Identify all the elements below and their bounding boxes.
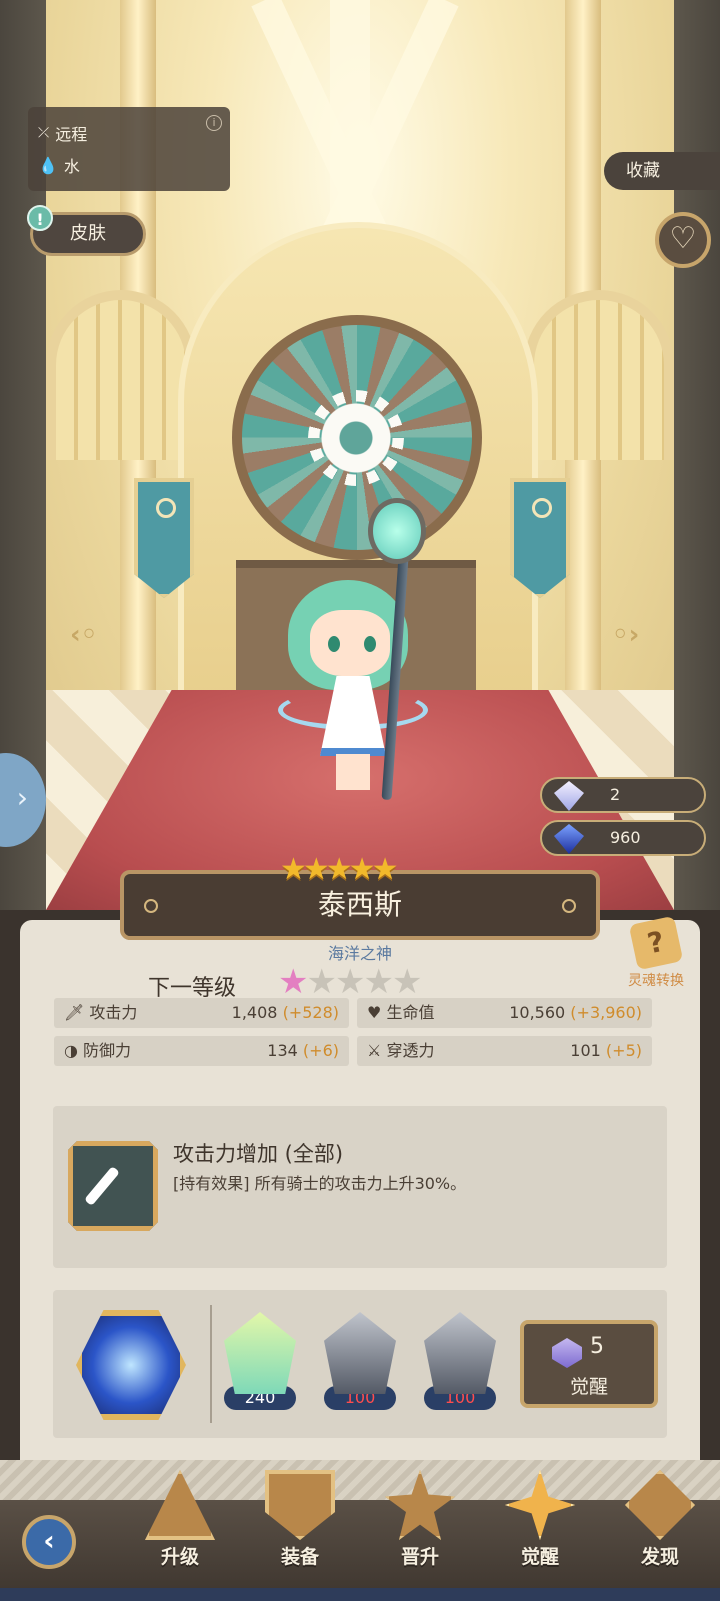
- hero-name: 泰西斯: [317, 888, 402, 921]
- tab-label: 发现: [640, 1546, 679, 1568]
- side-arch: [46, 290, 196, 460]
- soul-convert-button[interactable]: ? 灵魂转换: [616, 915, 696, 990]
- bow-icon: ⤫: [38, 125, 50, 141]
- back-button[interactable]: ‹: [22, 1515, 76, 1569]
- stat-value: 10,560 (+3,960): [509, 1003, 642, 1022]
- tab-label: 晋升: [400, 1546, 439, 1568]
- side-arch: [524, 290, 674, 460]
- tab-label: 装备: [280, 1546, 319, 1568]
- hero-character[interactable]: [268, 540, 438, 800]
- water-stone-icon: [424, 1312, 496, 1394]
- chevron-left-icon: ‹: [43, 1524, 55, 1557]
- stat-hp: ♥ 生命值 10,560 (+3,960): [357, 998, 652, 1028]
- shield-icon: ◑ 防御力: [64, 1041, 132, 1060]
- stat-attack: 🗡 攻击力 1,408 (+528): [54, 998, 349, 1028]
- tab-promote[interactable]: 晋升: [370, 1470, 470, 1569]
- right-wall: [674, 0, 720, 910]
- heart-icon: ♥ 生命值: [367, 1003, 435, 1022]
- stat-value: 1,408 (+528): [231, 1003, 339, 1022]
- water-stone-icon: [324, 1312, 396, 1394]
- sapphire-icon: [554, 824, 584, 854]
- skin-button-label: 皮肤: [70, 223, 106, 244]
- stat-defense: ◑ 防御力 134 (+6): [54, 1036, 349, 1066]
- nameplate-gear-icon: [562, 899, 576, 913]
- material-hero-shard[interactable]: 240: [222, 1312, 298, 1410]
- stat-label: 生命值: [386, 1003, 435, 1022]
- stat-value: 101 (+5): [570, 1041, 642, 1060]
- sparkle-icon: [505, 1470, 575, 1540]
- crystal-count: 2: [610, 785, 621, 804]
- hero-rarity-stars: ★★★★★: [280, 852, 399, 887]
- star-filled-icon: ★: [278, 962, 309, 1002]
- hero-title: 海洋之神: [327, 944, 392, 963]
- stat-label: 防御力: [83, 1041, 132, 1060]
- nameplate-gear-icon: [144, 899, 158, 913]
- gem-counter: 960: [540, 820, 706, 856]
- tab-discover[interactable]: 发现: [610, 1470, 710, 1569]
- compass-icon: [625, 1470, 695, 1540]
- crystal-icon: [552, 1338, 582, 1368]
- awaken-button[interactable]: 5 觉醒: [520, 1320, 658, 1408]
- scene-left-arrow-icon: ‹◦: [70, 620, 98, 650]
- awaken-cost: 5: [590, 1334, 604, 1359]
- star-empty-icon: ★: [306, 962, 337, 1002]
- soul-convert-icon: ?: [628, 915, 684, 971]
- tab-equipment[interactable]: 装备: [250, 1470, 350, 1569]
- star-empty-icon: ★: [391, 962, 423, 1002]
- chevron-right-icon: ›: [16, 781, 28, 814]
- gem-count: 960: [610, 828, 641, 847]
- stat-value: 134 (+6): [267, 1041, 339, 1060]
- star-empty-icon: ★: [334, 962, 366, 1002]
- element-label: 水: [63, 157, 80, 176]
- water-drop-icon: 💧: [38, 155, 58, 175]
- awaken-button-label: 觉醒: [569, 1376, 608, 1398]
- tab-upgrade[interactable]: 升级: [130, 1470, 230, 1569]
- wall-banner: [510, 478, 570, 598]
- tab-label: 升级: [160, 1546, 199, 1568]
- system-strip: [0, 1588, 720, 1601]
- stat-label: 攻击力: [89, 1003, 138, 1022]
- upgrade-icon: [145, 1470, 215, 1540]
- heart-icon: ♡: [669, 221, 697, 256]
- crystal-icon: [554, 781, 584, 811]
- collect-button[interactable]: 收藏: [604, 152, 720, 190]
- favorite-heart-button[interactable]: ♡: [655, 212, 711, 268]
- material-water-stone[interactable]: 100: [322, 1312, 398, 1410]
- sword-icon: 🗡 攻击力: [64, 1003, 138, 1022]
- tab-awaken[interactable]: 觉醒: [490, 1470, 590, 1569]
- next-level-stars: ★★★★★: [278, 962, 423, 1002]
- bonus-desc: [持有效果] 所有骑士的攻击力上升30%。: [173, 1174, 467, 1193]
- staff-orb: [368, 498, 426, 564]
- star-icon: [385, 1470, 455, 1540]
- eye: [328, 636, 340, 652]
- stat-penetration: ⚔ 穿透力 101 (+5): [357, 1036, 652, 1066]
- soul-convert-label: 灵魂转换: [628, 973, 684, 989]
- tab-label: 觉醒: [520, 1546, 559, 1568]
- stat-label: 穿透力: [386, 1041, 435, 1060]
- info-icon[interactable]: i: [206, 115, 222, 131]
- star-empty-icon: ★: [363, 962, 394, 1002]
- face: [310, 610, 390, 676]
- collect-label: 收藏: [626, 161, 660, 181]
- material-water-stone[interactable]: 100: [422, 1312, 498, 1410]
- gear-emblem: [316, 398, 396, 478]
- scene-right-arrow-icon: ◦›: [612, 620, 640, 650]
- divider: [210, 1305, 212, 1423]
- attack-type-row: ⤫ 远程: [38, 121, 87, 145]
- hero-shard-icon: [224, 1312, 296, 1394]
- element-row: 💧 水: [38, 153, 80, 177]
- legs: [336, 754, 370, 790]
- crystal-counter: 2: [540, 777, 706, 813]
- wall-banner: [134, 478, 194, 598]
- hero-info-box: ⤫ 远程 💧 水 i: [28, 107, 230, 191]
- pierce-icon: ⚔ 穿透力: [367, 1041, 435, 1060]
- alert-icon: !: [27, 205, 53, 231]
- attack-type-label: 远程: [55, 125, 88, 144]
- shield-icon: [265, 1470, 335, 1540]
- eye: [364, 636, 376, 652]
- dagger-icon: [68, 1141, 158, 1231]
- bonus-title: 攻击力增加 (全部): [173, 1142, 344, 1166]
